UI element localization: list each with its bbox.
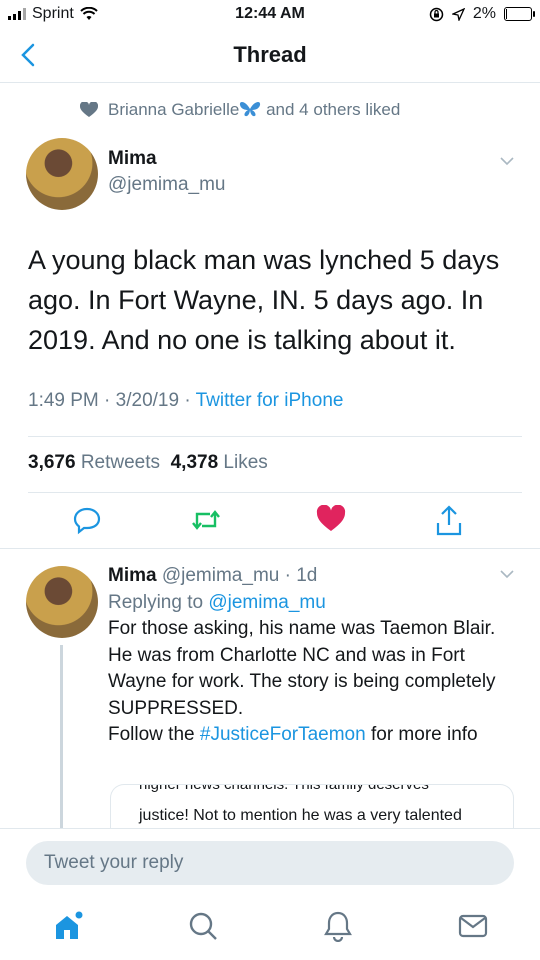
reply-input[interactable]: Tweet your reply xyxy=(26,841,514,885)
retweet-icon xyxy=(192,510,220,530)
messages-icon xyxy=(458,914,488,938)
tweet-stats: 3,676 Retweets 4,378 Likes xyxy=(28,452,268,474)
retweets-stat[interactable]: 3,676 Retweets xyxy=(28,452,160,473)
quoted-tweet[interactable]: higher news channels. This family deserv… xyxy=(110,784,514,831)
tweet-source-link[interactable]: Twitter for iPhone xyxy=(196,390,344,411)
tab-search[interactable] xyxy=(187,910,219,942)
heart-icon xyxy=(80,102,98,117)
chevron-down-icon xyxy=(500,157,514,166)
author-name[interactable]: Mima xyxy=(108,148,157,170)
tab-messages[interactable] xyxy=(457,910,489,942)
notifications-icon xyxy=(324,911,352,943)
quoted-text: justice! Not to mention he was a very ta… xyxy=(139,807,462,824)
tweet-time: 1:49 PM xyxy=(28,390,99,411)
tab-home[interactable] xyxy=(52,910,84,942)
battery-icon xyxy=(504,7,535,21)
replying-to-handle[interactable]: @jemima_mu xyxy=(208,592,325,613)
reply-button[interactable] xyxy=(72,505,104,537)
replying-to: Replying to @jemima_mu xyxy=(108,590,520,617)
reply-placeholder: Tweet your reply xyxy=(44,852,184,873)
status-right: 2% xyxy=(429,5,535,23)
rotation-lock-icon xyxy=(429,7,444,21)
author-handle[interactable]: @jemima_mu xyxy=(108,174,225,196)
page-title: Thread xyxy=(233,42,307,67)
retweets-label: Retweets xyxy=(80,452,161,473)
tab-bar xyxy=(0,898,540,960)
share-icon xyxy=(436,505,462,536)
tweet-actions xyxy=(28,504,522,537)
reply-icon xyxy=(73,507,101,535)
reply-tweet[interactable]: Mima @jemima_mu · 1d Replying to @jemima… xyxy=(108,563,520,749)
location-icon xyxy=(451,7,465,21)
likes-stat[interactable]: 4,378 Likes xyxy=(171,452,268,473)
battery-percent: 2% xyxy=(472,5,496,22)
retweet-button[interactable] xyxy=(190,505,222,537)
tweet-date: 3/20/19 xyxy=(115,390,180,411)
search-icon xyxy=(189,912,217,940)
social-context[interactable]: Brianna Gabrielle and 4 others liked xyxy=(80,100,400,120)
reply-follow-line: Follow the #JusticeForTaemon for more in… xyxy=(108,722,520,749)
reply-follow-text: Follow the xyxy=(108,724,195,745)
reply-avatar[interactable] xyxy=(26,566,98,638)
tweet-menu-button[interactable] xyxy=(498,152,516,175)
avatar[interactable] xyxy=(26,138,98,210)
tweet-text: A young black man was lynched 5 days ago… xyxy=(28,245,500,355)
retweets-count: 3,676 xyxy=(28,452,76,473)
share-button[interactable] xyxy=(434,505,466,537)
tweet-meta: 1:49 PM · 3/20/19 · Twitter for iPhone xyxy=(28,390,344,411)
quoted-clipped-text: higher news channels. This family deserv… xyxy=(139,784,429,793)
tab-notifications[interactable] xyxy=(322,910,354,943)
section-divider xyxy=(0,548,540,549)
likes-label: Likes xyxy=(223,452,268,473)
hashtag-link[interactable]: #JusticeForTaemon xyxy=(200,724,366,745)
home-icon xyxy=(56,911,83,939)
reply-text: For those asking, his name was Taemon Bl… xyxy=(108,618,496,719)
thread-line xyxy=(60,645,63,830)
liked-suffix: and 4 others liked xyxy=(266,100,401,119)
reply-end-text: for more info xyxy=(370,724,478,745)
like-button[interactable] xyxy=(316,504,348,537)
reply-composer: Tweet your reply xyxy=(0,828,540,899)
status-bar: Sprint 12:44 AM 2% xyxy=(0,0,540,30)
reply-header: Mima @jemima_mu · 1d xyxy=(108,565,318,586)
liked-by-name: Brianna Gabrielle xyxy=(108,100,240,119)
like-icon xyxy=(316,504,346,531)
nav-header: Thread xyxy=(0,30,540,83)
butterfly-emoji-icon xyxy=(240,101,261,117)
replying-to-label: Replying to xyxy=(108,591,204,613)
divider xyxy=(28,436,522,437)
divider xyxy=(28,492,522,493)
battery-fill xyxy=(506,9,507,19)
reply-author-name[interactable]: Mima xyxy=(108,565,157,586)
reply-author-handle[interactable]: @jemima_mu xyxy=(162,565,279,586)
reply-age: 1d xyxy=(296,565,318,586)
likes-count: 4,378 xyxy=(170,452,219,473)
